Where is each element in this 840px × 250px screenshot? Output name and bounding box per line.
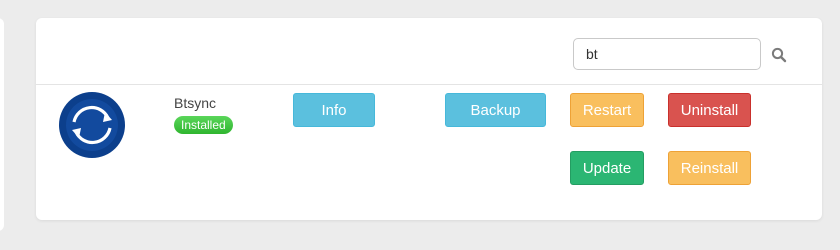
backup-button[interactable]: Backup — [445, 93, 546, 127]
reinstall-button[interactable]: Reinstall — [668, 151, 751, 185]
update-button[interactable]: Update — [570, 151, 644, 185]
status-badge: Installed — [174, 116, 233, 134]
search-icon[interactable] — [771, 47, 787, 63]
sync-arrows-icon — [59, 92, 125, 158]
header-divider — [36, 84, 822, 85]
info-button[interactable]: Info — [293, 93, 375, 127]
restart-button[interactable]: Restart — [570, 93, 644, 127]
app-name: Btsync — [174, 95, 217, 111]
adjacent-panel-edge — [0, 18, 4, 231]
app-list-panel: Btsync Installed Info Backup Restart Uni… — [36, 18, 822, 220]
uninstall-button[interactable]: Uninstall — [668, 93, 751, 127]
search-input[interactable] — [573, 38, 761, 70]
